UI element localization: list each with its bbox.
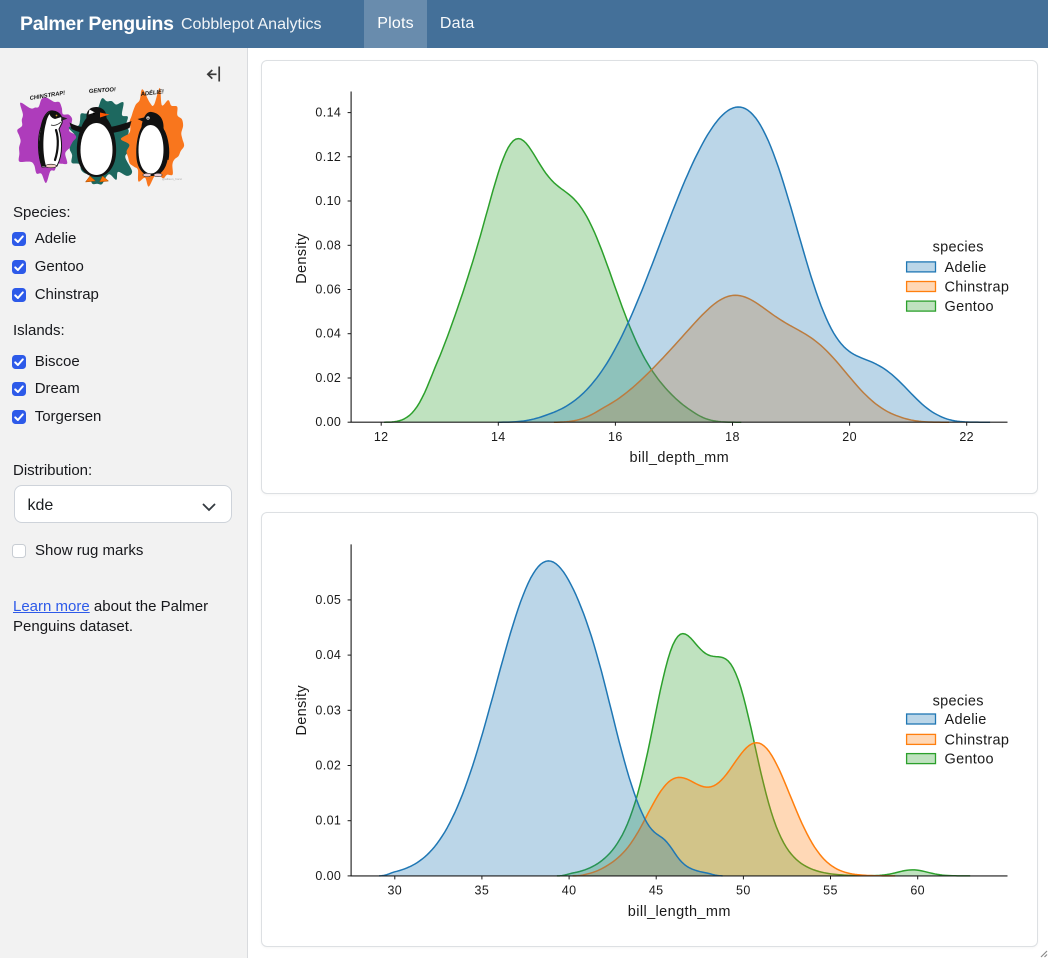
svg-text:0.01: 0.01 xyxy=(315,814,341,828)
svg-text:0.03: 0.03 xyxy=(315,703,341,717)
svg-text:0.12: 0.12 xyxy=(315,150,341,164)
svg-text:0.10: 0.10 xyxy=(315,194,341,208)
svg-text:Adelie: Adelie xyxy=(944,260,986,276)
svg-text:0.00: 0.00 xyxy=(315,869,341,883)
svg-text:22: 22 xyxy=(959,430,974,444)
svg-text:Density: Density xyxy=(294,233,310,284)
svg-text:35: 35 xyxy=(474,884,489,898)
svg-text:14: 14 xyxy=(490,430,505,444)
svg-text:species: species xyxy=(932,693,983,709)
svg-text:Adelie: Adelie xyxy=(944,712,986,728)
svg-text:50: 50 xyxy=(736,884,751,898)
svg-text:Chinstrap: Chinstrap xyxy=(944,279,1009,295)
svg-text:60: 60 xyxy=(910,884,925,898)
svg-text:Gentoo: Gentoo xyxy=(944,299,993,315)
svg-text:0.04: 0.04 xyxy=(315,648,341,662)
svg-text:0.06: 0.06 xyxy=(315,282,341,296)
svg-text:0.14: 0.14 xyxy=(315,105,341,119)
svg-text:0.02: 0.02 xyxy=(315,371,341,385)
svg-text:12: 12 xyxy=(373,430,388,444)
svg-text:45: 45 xyxy=(648,884,663,898)
svg-text:Density: Density xyxy=(294,685,310,736)
svg-text:0.00: 0.00 xyxy=(315,415,341,429)
svg-text:@allison_horst: @allison_horst xyxy=(162,177,182,181)
svg-text:30: 30 xyxy=(387,884,402,898)
svg-text:GENTOO!: GENTOO! xyxy=(89,87,116,95)
svg-text:0.04: 0.04 xyxy=(315,326,341,340)
svg-text:18: 18 xyxy=(725,430,740,444)
svg-text:55: 55 xyxy=(823,884,838,898)
svg-text:Gentoo: Gentoo xyxy=(944,752,993,768)
svg-text:species: species xyxy=(932,239,983,255)
svg-text:0.08: 0.08 xyxy=(315,238,341,252)
svg-text:bill_depth_mm: bill_depth_mm xyxy=(629,450,729,466)
svg-text:16: 16 xyxy=(608,430,623,444)
svg-text:0.05: 0.05 xyxy=(315,593,341,607)
svg-text:bill_length_mm: bill_length_mm xyxy=(627,904,730,920)
svg-text:40: 40 xyxy=(561,884,576,898)
svg-text:Chinstrap: Chinstrap xyxy=(944,732,1009,748)
svg-text:0.02: 0.02 xyxy=(315,759,341,773)
svg-text:20: 20 xyxy=(842,430,857,444)
